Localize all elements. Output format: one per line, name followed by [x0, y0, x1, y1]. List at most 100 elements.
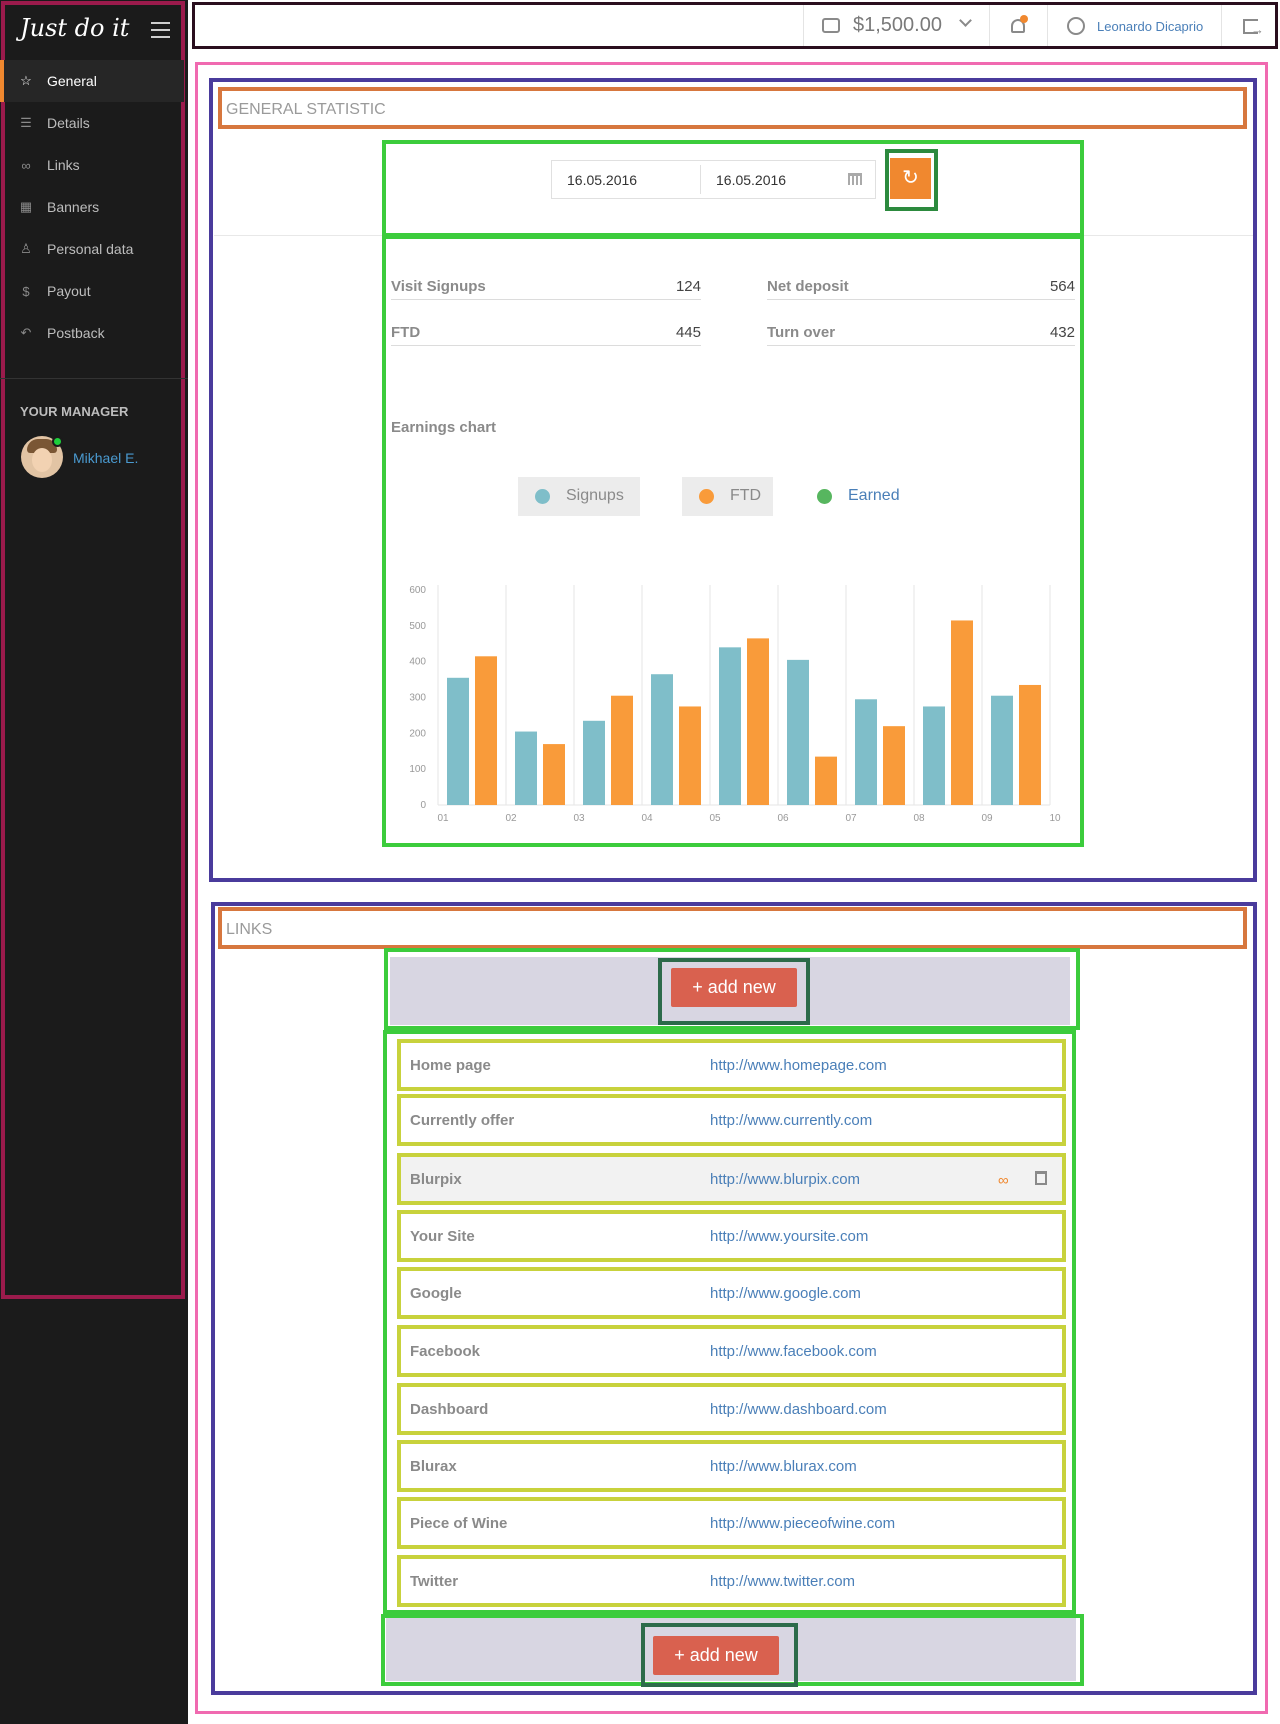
- link-name: Home page: [410, 1057, 491, 1074]
- topbar-separator: [989, 5, 990, 46]
- list-icon: ☰: [20, 115, 32, 130]
- link-row[interactable]: Home page http://www.homepage.com: [397, 1039, 1066, 1091]
- section-title: LINKS: [226, 921, 273, 938]
- sidebar-item-links[interactable]: ∞ Links: [0, 144, 184, 186]
- wallet-icon: [822, 18, 840, 33]
- link-row[interactable]: Twitter http://www.twitter.com: [397, 1555, 1066, 1607]
- chart-bar-ftd: [611, 695, 633, 805]
- link-url[interactable]: http://www.homepage.com: [710, 1057, 887, 1074]
- add-new-button-top[interactable]: + add new: [671, 968, 797, 1007]
- link-url[interactable]: http://www.pieceofwine.com: [710, 1515, 895, 1532]
- y-tick-label: 500: [409, 621, 426, 632]
- add-new-button-bottom[interactable]: + add new: [653, 1636, 779, 1675]
- stat-value: 432: [1049, 324, 1075, 341]
- link-row[interactable]: Blurax http://www.blurax.com: [397, 1440, 1066, 1492]
- link-url[interactable]: http://www.facebook.com: [710, 1343, 877, 1360]
- sidebar-item-personal-data[interactable]: ♙ Personal data: [0, 228, 184, 270]
- link-row[interactable]: Google http://www.google.com: [397, 1267, 1066, 1319]
- x-tick-label: 05: [709, 813, 721, 824]
- sidebar-item-postback[interactable]: ↶ Postback: [0, 312, 184, 354]
- link-url[interactable]: http://www.google.com: [710, 1285, 861, 1302]
- chevron-down-icon[interactable]: [959, 14, 972, 27]
- undo-icon: ↶: [20, 325, 32, 340]
- sidebar-nav: ☆ General ☰ Details ∞ Links ▦ Banners ♙ …: [0, 60, 184, 354]
- copy-link-icon[interactable]: ∞: [998, 1172, 1009, 1189]
- link-row[interactable]: Piece of Wine http://www.pieceofwine.com: [397, 1497, 1066, 1549]
- chart-bar-signups: [787, 659, 809, 805]
- sidebar-item-general[interactable]: ☆ General: [0, 60, 184, 102]
- date-to-field[interactable]: 16.05.2016: [716, 172, 786, 188]
- stat-turn-over: Turn over 432: [767, 316, 1075, 346]
- sidebar-item-label: Links: [47, 157, 80, 173]
- link-url[interactable]: http://www.twitter.com: [710, 1573, 855, 1590]
- chart-bar-ftd: [475, 656, 497, 805]
- stat-net-deposit: Net deposit 564: [767, 270, 1075, 300]
- link-url[interactable]: http://www.currently.com: [710, 1112, 872, 1129]
- refresh-icon: ↻: [902, 167, 919, 189]
- link-name: Blurax: [410, 1458, 457, 1475]
- x-tick-label: 09: [981, 813, 993, 824]
- sidebar-item-label: Banners: [47, 199, 100, 215]
- link-url[interactable]: http://www.dashboard.com: [710, 1401, 887, 1418]
- refresh-button[interactable]: ↻: [890, 158, 931, 199]
- legend-signups[interactable]: Signups: [518, 477, 640, 516]
- top-bar: $1,500.00 Leonardo Dicaprio →: [192, 2, 1278, 49]
- legend-earned[interactable]: Earned: [800, 477, 910, 516]
- manager-name-link[interactable]: Mikhael E.: [73, 450, 138, 466]
- sidebar-item-banners[interactable]: ▦ Banners: [0, 186, 184, 228]
- link-row[interactable]: Your Site http://www.yoursite.com: [397, 1210, 1066, 1262]
- stat-label: FTD: [391, 324, 421, 341]
- avatar-face: [32, 448, 52, 472]
- chart-bar-ftd: [883, 726, 905, 805]
- legend-ftd[interactable]: FTD: [682, 477, 773, 516]
- sidebar-item-payout[interactable]: $ Payout: [0, 270, 184, 312]
- link-name: Facebook: [410, 1343, 481, 1360]
- legend-label: Earned: [848, 487, 900, 504]
- balance-amount[interactable]: $1,500.00: [853, 14, 942, 37]
- topbar-separator: [1047, 5, 1048, 46]
- sidebar-item-label: Payout: [47, 283, 91, 299]
- link-url[interactable]: http://www.yoursite.com: [710, 1228, 868, 1245]
- chart-bar-signups: [583, 720, 605, 805]
- online-status-dot: [52, 436, 63, 447]
- link-url[interactable]: http://www.blurax.com: [710, 1458, 857, 1475]
- stat-value: 564: [1049, 278, 1075, 295]
- notification-dot: [1020, 15, 1028, 23]
- link-row[interactable]: Currently offer http://www.currently.com: [397, 1094, 1066, 1146]
- x-tick-label: 08: [913, 813, 925, 824]
- stat-visit-signups: Visit Signups 124: [391, 270, 701, 300]
- chart-title: Earnings chart: [391, 419, 497, 436]
- chart-bar-signups: [719, 647, 741, 805]
- link-row[interactable]: Facebook http://www.facebook.com: [397, 1325, 1066, 1377]
- grid-icon: ▦: [19, 199, 33, 214]
- hamburger-menu-icon[interactable]: [151, 22, 170, 38]
- sidebar-item-details[interactable]: ☰ Details: [0, 102, 184, 144]
- chart-bar-ftd: [951, 620, 973, 805]
- sidebar-item-label: Personal data: [47, 241, 134, 257]
- user-name-link[interactable]: Leonardo Dicaprio: [1097, 19, 1203, 34]
- chart-bar-signups: [923, 706, 945, 805]
- link-name: Dashboard: [410, 1401, 489, 1418]
- calendar-icon[interactable]: [848, 173, 862, 185]
- link-row[interactable]: Blurpix http://www.blurpix.com ∞: [397, 1153, 1066, 1205]
- stat-label: Turn over: [767, 324, 836, 341]
- y-tick-label: 400: [409, 657, 426, 668]
- sidebar-divider: [0, 378, 188, 379]
- chart-bar-signups: [651, 674, 673, 805]
- date-from-field[interactable]: 16.05.2016: [567, 172, 637, 188]
- trash-icon[interactable]: [1035, 1171, 1047, 1185]
- link-row[interactable]: Dashboard http://www.dashboard.com: [397, 1383, 1066, 1435]
- x-tick-label: 10: [1049, 813, 1061, 824]
- link-name: Your Site: [410, 1228, 475, 1245]
- chart-bar-signups: [991, 695, 1013, 805]
- x-tick-label: 03: [573, 813, 585, 824]
- date-range-picker[interactable]: 16.05.2016 16.05.2016: [551, 160, 876, 199]
- chart-bar-ftd: [543, 744, 565, 805]
- x-tick-label: 07: [845, 813, 857, 824]
- stat-label: Visit Signups: [391, 278, 486, 295]
- link-url[interactable]: http://www.blurpix.com: [710, 1171, 860, 1188]
- chart-bar-ftd: [679, 706, 701, 805]
- topbar-separator: [803, 5, 804, 46]
- stat-value: 124: [675, 278, 701, 295]
- y-tick-label: 600: [409, 585, 426, 596]
